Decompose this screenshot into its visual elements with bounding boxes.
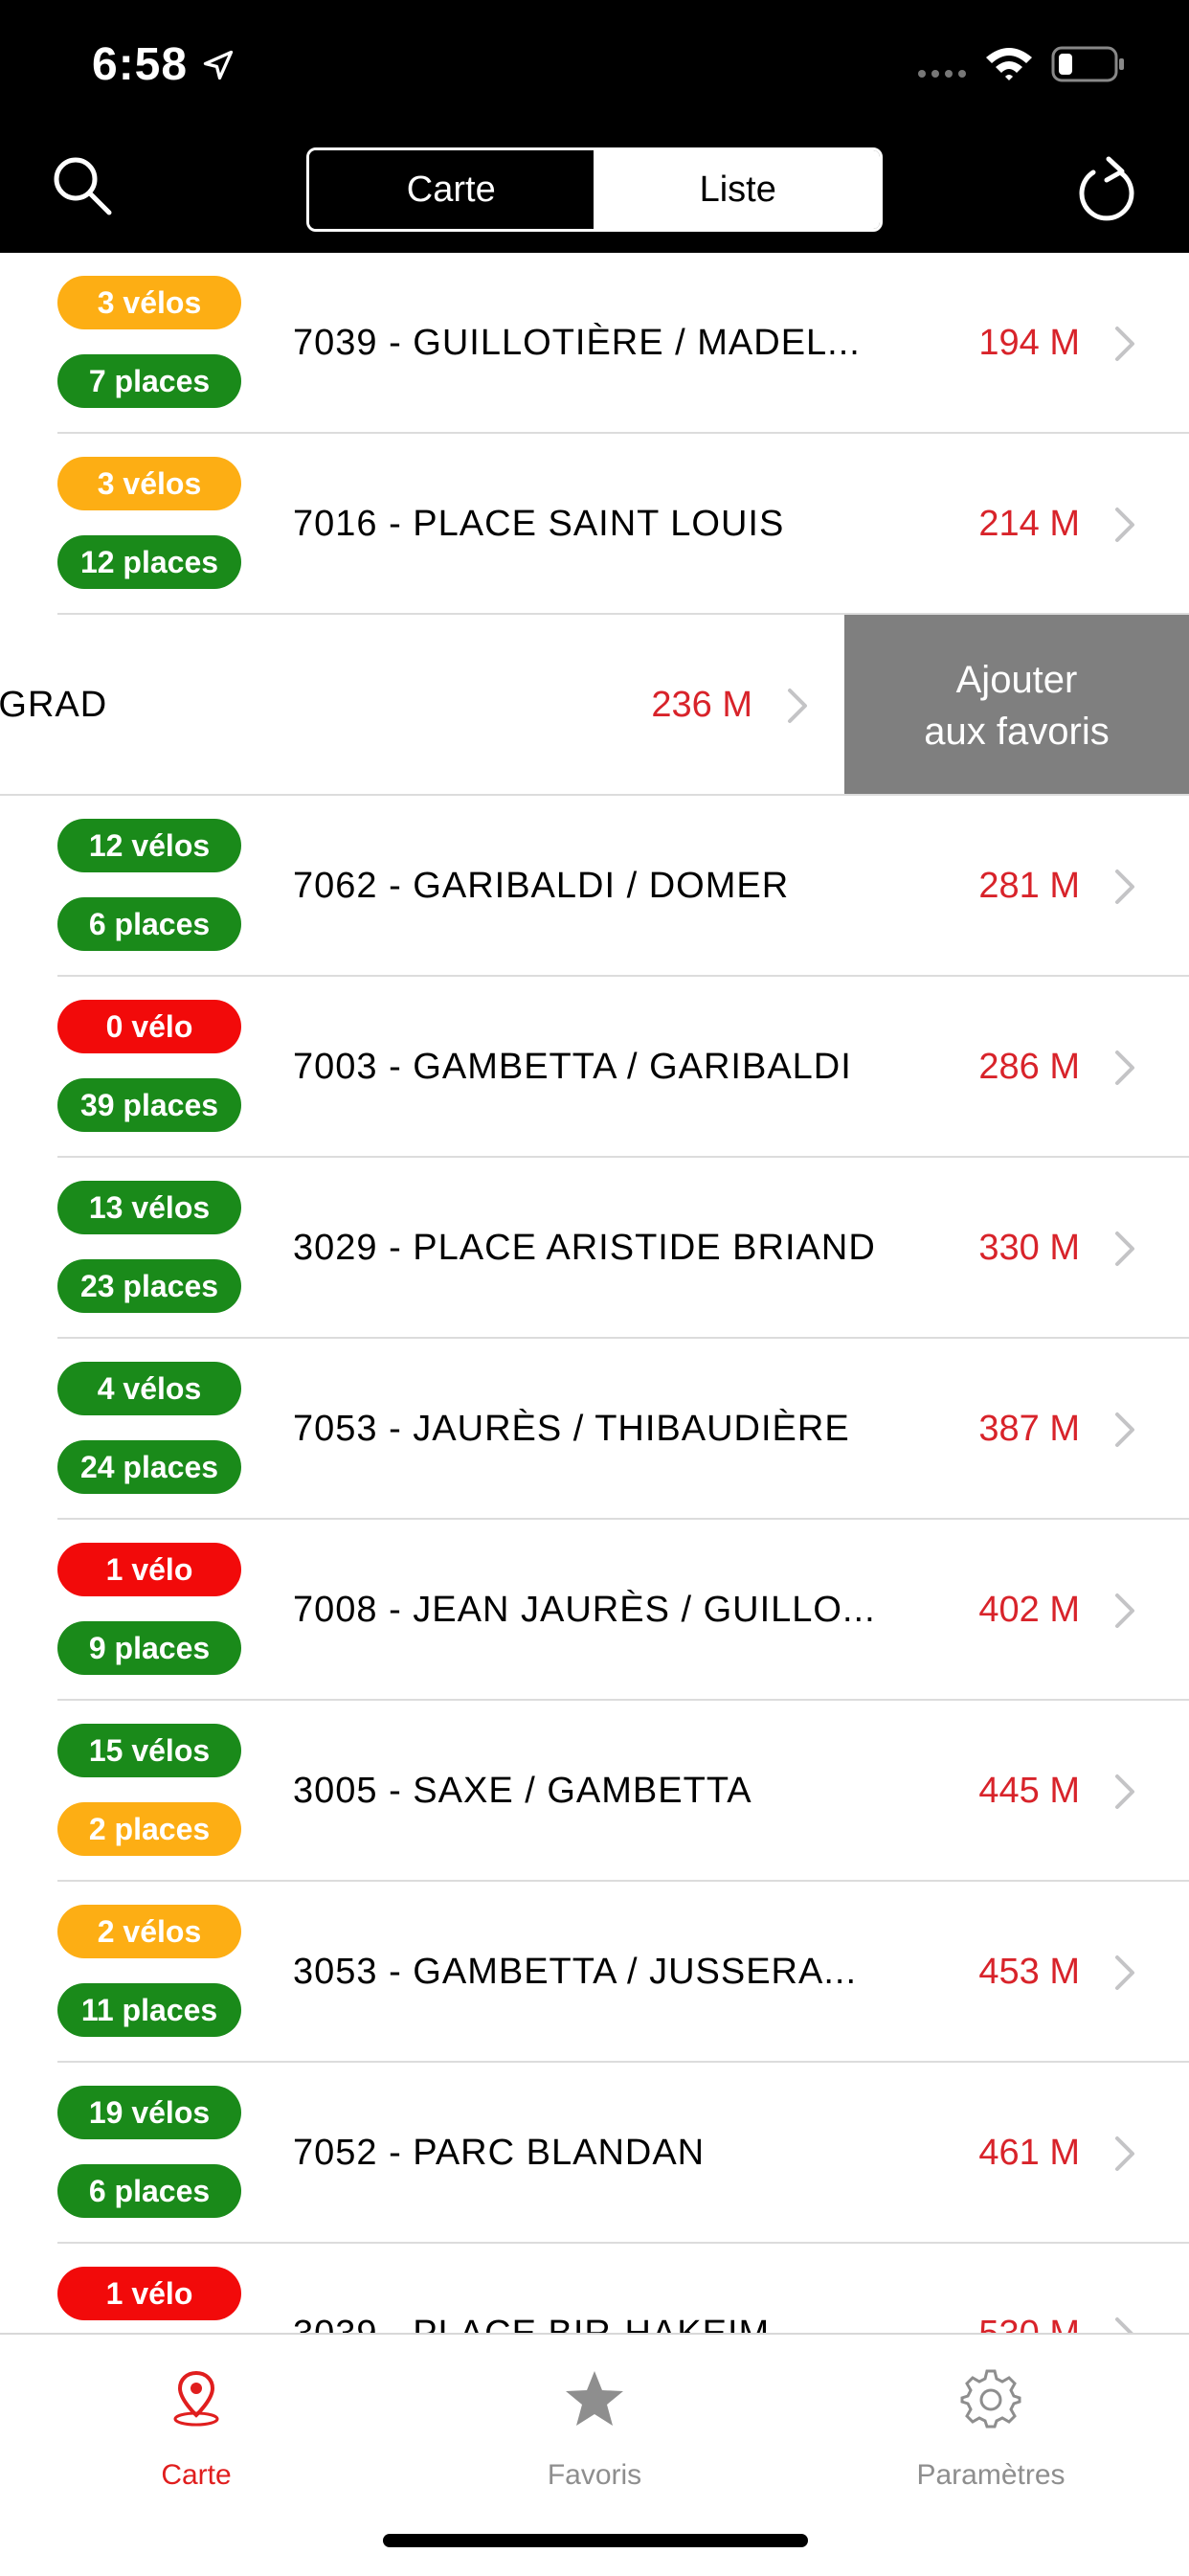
station-distance: 281 M bbox=[978, 866, 1080, 906]
chevron-right-icon bbox=[1115, 2317, 1133, 2333]
tab-label: Carte bbox=[161, 2459, 232, 2491]
places-badge: 11 places bbox=[57, 1983, 241, 2037]
station-name: 7053 - JAURÈS / THIBAUDIÈRE bbox=[293, 1409, 850, 1449]
station-row[interactable]: 12 vélos 6 places 7062 - GARIBALDI / DOM… bbox=[0, 796, 1189, 977]
station-row[interactable]: 2 vélos 11 places 3053 - GAMBETTA / JUSS… bbox=[0, 1882, 1189, 2063]
bikes-badge: 1 vélo bbox=[57, 2267, 241, 2320]
bikes-badge: 4 vélos bbox=[57, 1362, 241, 1415]
view-segmented-control: Carte Liste bbox=[306, 147, 883, 232]
station-row[interactable]: 4 vélos 24 places 7053 - JAURÈS / THIBAU… bbox=[0, 1339, 1189, 1520]
chevron-right-icon bbox=[1115, 2136, 1134, 2171]
tab-label: Paramètres bbox=[916, 2459, 1066, 2491]
add-favorites-label-line1: Ajouter bbox=[955, 658, 1078, 701]
station-name: 7016 - PLACE SAINT LOUIS bbox=[293, 504, 785, 544]
station-name: 7052 - PARC BLANDAN bbox=[293, 2133, 706, 2173]
chevron-right-icon bbox=[1115, 1955, 1134, 1990]
bikes-badge: 0 vélo bbox=[57, 1000, 241, 1053]
places-badge: 23 places bbox=[57, 1259, 241, 1313]
places-badge: 12 places bbox=[57, 535, 241, 589]
star-icon bbox=[566, 2371, 623, 2426]
station-distance: 236 M bbox=[651, 685, 752, 725]
segment-liste[interactable]: Liste bbox=[595, 150, 880, 229]
station-distance: 530 M bbox=[978, 2244, 1080, 2333]
bikes-badge: 12 vélos bbox=[57, 819, 241, 872]
bikes-badge: 3 vélos bbox=[57, 276, 241, 329]
bikes-badge: 1 vélo bbox=[57, 1543, 241, 1596]
places-badge: 6 places bbox=[57, 897, 241, 951]
station-distance: 214 M bbox=[978, 504, 1080, 544]
station-distance: 461 M bbox=[978, 2133, 1080, 2173]
station-row-swiped[interactable]: 88 - PLACE STALINGRAD 236 M Ajouter aux … bbox=[0, 615, 1189, 796]
battery-icon bbox=[1051, 46, 1124, 82]
map-pin-icon bbox=[173, 2370, 219, 2427]
status-time: 6:58 bbox=[92, 39, 189, 90]
station-name: 3039 - PLACE BIR-HAKEIM bbox=[293, 2244, 770, 2333]
station-name: 3029 - PLACE ARISTIDE BRIAND bbox=[293, 1228, 876, 1268]
segment-carte[interactable]: Carte bbox=[309, 150, 596, 229]
chevron-right-icon bbox=[1115, 327, 1134, 361]
station-distance: 194 M bbox=[978, 323, 1080, 363]
station-distance: 453 M bbox=[978, 1952, 1080, 1992]
bikes-badge: 2 vélos bbox=[57, 1905, 241, 1958]
bikes-badge: 13 vélos bbox=[57, 1181, 241, 1234]
station-distance: 402 M bbox=[978, 1590, 1080, 1630]
wifi-icon bbox=[986, 48, 1032, 80]
home-indicator bbox=[383, 2534, 808, 2547]
swiped-row-content: 88 - PLACE STALINGRAD 236 M bbox=[0, 615, 844, 796]
chevron-right-icon bbox=[1115, 1051, 1134, 1085]
add-to-favorites-button[interactable]: Ajouter aux favoris bbox=[844, 615, 1189, 796]
places-badge: 24 places bbox=[57, 1440, 241, 1494]
gear-icon bbox=[960, 2369, 1021, 2429]
station-name: 7039 - GUILLOTIÈRE / MADEL... bbox=[293, 323, 861, 363]
station-distance: 445 M bbox=[978, 1771, 1080, 1811]
bikes-badge: 19 vélos bbox=[57, 2086, 241, 2139]
station-name: 3005 - SAXE / GAMBETTA bbox=[293, 1771, 752, 1811]
tab-parametres[interactable]: Paramètres bbox=[847, 2358, 1134, 2511]
places-badge: 7 places bbox=[57, 354, 241, 408]
station-row[interactable]: 3 vélos 7 places 7039 - GUILLOTIÈRE / MA… bbox=[0, 253, 1189, 434]
station-name: 7062 - GARIBALDI / DOMER bbox=[293, 866, 790, 906]
station-name: 7003 - GAMBETTA / GARIBALDI bbox=[293, 1047, 852, 1087]
chevron-right-icon bbox=[1115, 870, 1134, 904]
station-name: 88 - PLACE STALINGRAD bbox=[0, 685, 108, 725]
chevron-right-icon bbox=[1115, 1774, 1134, 1809]
chevron-right-icon bbox=[1115, 1412, 1134, 1447]
station-row[interactable]: 1 vélo 9 places 7008 - JEAN JAURÈS / GUI… bbox=[0, 1520, 1189, 1701]
places-badge: 39 places bbox=[57, 1078, 241, 1132]
station-row[interactable]: 3 vélos 12 places 7016 - PLACE SAINT LOU… bbox=[0, 434, 1189, 615]
station-distance: 330 M bbox=[978, 1228, 1080, 1268]
bikes-badge: 15 vélos bbox=[57, 1724, 241, 1777]
bikes-badge: 3 vélos bbox=[57, 457, 241, 510]
chevron-right-icon bbox=[1115, 508, 1134, 542]
station-name: 7008 - JEAN JAURÈS / GUILLO... bbox=[293, 1590, 876, 1630]
top-bar: 6:58 Carte Liste bbox=[0, 0, 1189, 253]
places-badge: 6 places bbox=[57, 2164, 241, 2218]
station-distance: 286 M bbox=[978, 1047, 1080, 1087]
tab-favoris[interactable]: Favoris bbox=[451, 2358, 738, 2511]
station-list: 3 vélos 7 places 7039 - GUILLOTIÈRE / MA… bbox=[0, 253, 1189, 2333]
cellular-signal-icon bbox=[918, 70, 966, 78]
station-row[interactable]: 1 vélo 3039 - PLACE BIR-HAKEIM 530 M bbox=[0, 2244, 1189, 2333]
tab-label: Favoris bbox=[547, 2459, 642, 2491]
search-icon[interactable] bbox=[50, 153, 113, 216]
chevron-right-icon bbox=[788, 689, 807, 723]
station-row[interactable]: 0 vélo 39 places 7003 - GAMBETTA / GARIB… bbox=[0, 977, 1189, 1158]
station-row[interactable]: 15 vélos 2 places 3005 - SAXE / GAMBETTA… bbox=[0, 1701, 1189, 1882]
add-favorites-label-line2: aux favoris bbox=[924, 710, 1110, 753]
refresh-icon[interactable] bbox=[1074, 153, 1139, 222]
station-name: 3053 - GAMBETTA / JUSSERA... bbox=[293, 1952, 858, 1992]
station-row[interactable]: 19 vélos 6 places 7052 - PARC BLANDAN 46… bbox=[0, 2063, 1189, 2244]
tab-carte[interactable]: Carte bbox=[53, 2358, 340, 2511]
chevron-right-icon bbox=[1115, 1232, 1134, 1266]
places-badge: 9 places bbox=[57, 1621, 241, 1675]
places-badge: 2 places bbox=[57, 1802, 241, 1856]
chevron-right-icon bbox=[1115, 1593, 1134, 1628]
station-row[interactable]: 13 vélos 23 places 3029 - PLACE ARISTIDE… bbox=[0, 1158, 1189, 1339]
location-arrow-icon bbox=[203, 50, 234, 80]
station-distance: 387 M bbox=[978, 1409, 1080, 1449]
